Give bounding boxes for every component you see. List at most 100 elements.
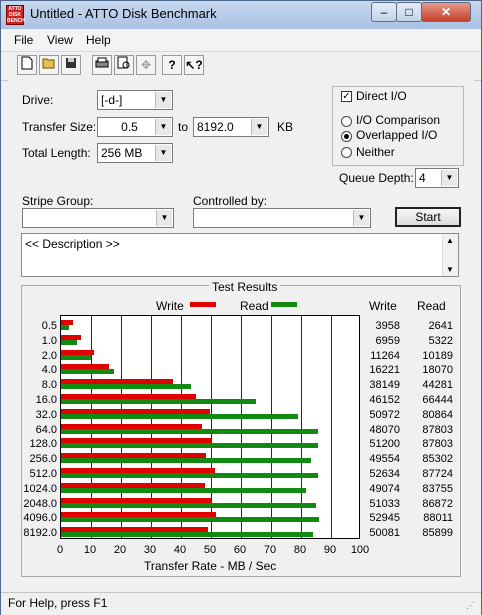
write-value: 50972 xyxy=(369,408,400,421)
read-bar xyxy=(61,325,69,330)
transfer-size-tick-label: 1.0 xyxy=(41,334,57,347)
menu-help[interactable]: Help xyxy=(86,33,111,47)
overlapped-io-label[interactable]: Overlapped I/O xyxy=(356,128,437,142)
chevron-down-icon[interactable]: ▼ xyxy=(155,119,171,135)
read-bar xyxy=(61,413,298,419)
read-value: 87803 xyxy=(422,438,453,451)
write-value: 16221 xyxy=(369,364,400,377)
move-icon[interactable]: ✥ xyxy=(136,55,156,75)
chevron-down-icon[interactable]: ▼ xyxy=(155,92,171,108)
x-tick-label: 10 xyxy=(83,544,97,556)
transfer-size-tick-label: 64.0 xyxy=(35,423,57,436)
transfer-size-to-select[interactable]: 8192.0 ▼ xyxy=(193,117,269,137)
resize-grip-icon[interactable]: ⋰ xyxy=(466,600,475,611)
stripe-group-label: Stripe Group: xyxy=(22,194,94,208)
status-text: For Help, press F1 xyxy=(8,596,108,610)
io-comparison-label[interactable]: I/O Comparison xyxy=(356,113,440,127)
read-bar xyxy=(61,369,114,375)
description-scrollbar[interactable]: ▲ ▼ xyxy=(442,234,458,276)
read-value: 88011 xyxy=(423,512,453,525)
transfer-size-label: Transfer Size: xyxy=(22,120,97,134)
controlled-by-label: Controlled by: xyxy=(193,194,268,208)
minimize-button[interactable]: – xyxy=(371,2,397,22)
menu-view[interactable]: View xyxy=(47,33,73,47)
transfer-size-tick-label: 8192.0 xyxy=(23,527,57,540)
read-bar xyxy=(61,502,316,508)
neither-radio[interactable] xyxy=(341,147,352,158)
description-text: << Description >> xyxy=(25,237,120,251)
close-button[interactable]: ✕ xyxy=(421,2,471,22)
transfer-size-tick-label: 32.0 xyxy=(35,408,57,421)
queue-depth-value: 4 xyxy=(419,171,426,185)
write-value: 51033 xyxy=(369,497,400,510)
transfer-size-tick-label: 4096.0 xyxy=(23,512,57,525)
total-length-label: Total Length: xyxy=(22,146,91,160)
chevron-down-icon[interactable]: ▼ xyxy=(155,145,171,161)
open-folder-icon[interactable] xyxy=(39,55,59,75)
stripe-group-select[interactable]: ▼ xyxy=(22,208,174,228)
write-value: 51200 xyxy=(369,438,400,451)
save-icon[interactable] xyxy=(61,55,81,75)
scroll-down-icon[interactable]: ▼ xyxy=(446,265,454,274)
direct-io-label[interactable]: Direct I/O xyxy=(356,89,407,103)
write-value: 52945 xyxy=(369,512,400,525)
drive-value: [-d-] xyxy=(101,93,123,107)
new-doc-icon[interactable] xyxy=(17,55,37,75)
test-results-title: Test Results xyxy=(209,280,281,294)
write-value: 49074 xyxy=(369,482,400,495)
chevron-down-icon[interactable]: ▼ xyxy=(441,170,457,186)
chevron-down-icon[interactable]: ▼ xyxy=(353,210,369,226)
drive-label: Drive: xyxy=(22,93,54,107)
maximize-button[interactable]: □ xyxy=(396,2,422,22)
controlled-by-select[interactable]: ▼ xyxy=(193,208,371,228)
print-icon[interactable] xyxy=(92,55,112,75)
read-value: 83755 xyxy=(422,482,453,495)
x-tick-label: 90 xyxy=(323,544,337,556)
transfer-size-from-select[interactable]: 0.5 ▼ xyxy=(97,117,173,137)
chevron-down-icon[interactable]: ▼ xyxy=(251,119,267,135)
chevron-down-icon[interactable]: ▼ xyxy=(156,210,172,226)
write-value: 52634 xyxy=(369,468,400,480)
read-value: 66444 xyxy=(422,394,453,406)
read-value: 80864 xyxy=(422,408,453,421)
start-button[interactable]: Start xyxy=(395,207,461,227)
read-bar xyxy=(61,532,313,538)
x-tick-label: 50 xyxy=(203,544,217,556)
transfer-size-tick-label: 8.0 xyxy=(41,379,57,392)
read-bar xyxy=(61,339,77,345)
write-value: 48070 xyxy=(369,423,400,436)
read-bar xyxy=(61,428,319,434)
read-bar xyxy=(61,384,191,390)
transfer-to-value: 8192.0 xyxy=(197,120,234,134)
transfer-size-tick-label: 2048.0 xyxy=(23,497,57,510)
write-value: 46152 xyxy=(369,394,400,406)
write-value: 3958 xyxy=(375,320,400,332)
atto-app-icon[interactable]: ATTO DISK BENCH xyxy=(6,5,25,25)
print-preview-icon[interactable] xyxy=(114,55,134,75)
read-bar xyxy=(61,487,307,493)
x-tick-label: 80 xyxy=(293,544,307,556)
queue-depth-select[interactable]: 4 ▼ xyxy=(415,168,459,188)
direct-io-checkbox[interactable]: ✓ xyxy=(341,91,352,102)
context-help-icon[interactable]: ↖? xyxy=(184,55,204,75)
neither-label[interactable]: Neither xyxy=(356,145,395,159)
drive-select[interactable]: [-d-] ▼ xyxy=(97,90,173,110)
to-label: to xyxy=(178,120,189,134)
read-value: 87724 xyxy=(422,468,453,480)
read-value: 85302 xyxy=(422,453,453,466)
overlapped-io-radio[interactable] xyxy=(341,131,352,142)
transfer-size-tick-label: 2.0 xyxy=(41,349,57,362)
menu-file[interactable]: File xyxy=(14,33,33,47)
read-value: 44281 xyxy=(422,379,453,392)
read-value: 18070 xyxy=(422,364,453,377)
transfer-size-tick-label: 128.0 xyxy=(29,438,57,451)
io-comparison-radio[interactable] xyxy=(341,116,352,127)
window-title: Untitled - ATTO Disk Benchmark xyxy=(30,6,217,21)
read-bar xyxy=(61,399,256,404)
scroll-up-icon[interactable]: ▲ xyxy=(446,236,454,245)
x-tick-label: 30 xyxy=(143,544,157,556)
help-icon[interactable]: ? xyxy=(162,55,182,75)
total-length-select[interactable]: 256 MB ▼ xyxy=(97,143,173,163)
read-value: 5322 xyxy=(428,334,453,347)
description-field[interactable]: << Description >> ▲ ▼ xyxy=(21,233,459,277)
